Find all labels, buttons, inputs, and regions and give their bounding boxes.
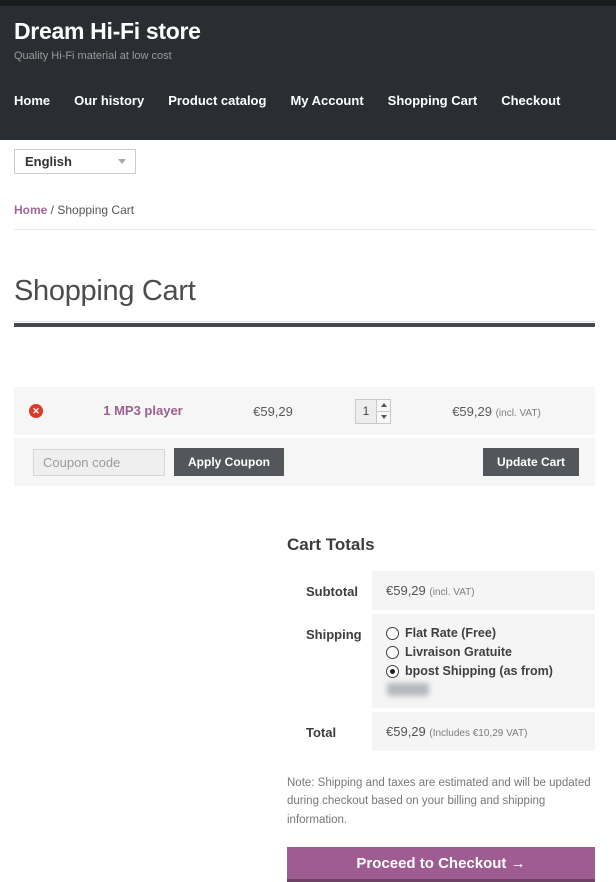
cart-table: ✕ 1 MP3 player €59,29 1 €59,29 (incl. VA… bbox=[14, 387, 595, 486]
nav-item-product-catalog[interactable]: Product catalog bbox=[168, 93, 266, 108]
nav-item-our-history[interactable]: Our history bbox=[74, 93, 144, 108]
quantity-down-icon[interactable] bbox=[377, 411, 390, 423]
shipping-row: Shipping Flat Rate (Free) Livraison Grat… bbox=[287, 614, 595, 708]
shipping-options: Flat Rate (Free) Livraison Gratuite bpos… bbox=[372, 614, 595, 708]
shipping-option-bpost[interactable]: bpost Shipping (as from) bbox=[386, 664, 581, 678]
subtotal-label: Subtotal bbox=[306, 584, 358, 599]
breadcrumb-current: Shopping Cart bbox=[57, 203, 135, 217]
chevron-down-icon bbox=[118, 159, 126, 164]
line-total: €59,29 (incl. VAT) bbox=[428, 404, 595, 419]
breadcrumb-separator: / bbox=[47, 203, 58, 217]
apply-coupon-button[interactable]: Apply Coupon bbox=[174, 448, 284, 476]
product-price: €59,29 bbox=[253, 403, 293, 419]
page-title: Shopping Cart bbox=[14, 275, 196, 307]
title-rule-light bbox=[14, 321, 595, 322]
language-select-value: English bbox=[25, 154, 72, 169]
proceed-to-checkout-button[interactable]: Proceed to Checkout → bbox=[287, 847, 595, 882]
cart-item-row: ✕ 1 MP3 player €59,29 1 €59,29 (incl. VA… bbox=[14, 387, 595, 435]
quantity-up-icon[interactable] bbox=[377, 399, 390, 412]
subtotal-row: Subtotal €59,29 (incl. VAT) bbox=[287, 571, 595, 610]
breadcrumb: Home / Shopping Cart bbox=[14, 203, 595, 217]
total-row: Total €59,29 (Includes €10,29 VAT) bbox=[287, 712, 595, 751]
site-tagline: Quality Hi-Fi material at low cost bbox=[14, 50, 172, 62]
cart-totals-section: Cart Totals Subtotal €59,29 (incl. VAT) … bbox=[287, 535, 595, 751]
line-total-value: €59,29 bbox=[452, 403, 492, 419]
nav-item-shopping-cart[interactable]: Shopping Cart bbox=[388, 93, 478, 108]
shipping-tax-note: Note: Shipping and taxes are estimated a… bbox=[287, 777, 591, 826]
title-rule-dark bbox=[14, 323, 595, 327]
breadcrumb-home-link[interactable]: Home bbox=[14, 203, 47, 217]
update-cart-button[interactable]: Update Cart bbox=[482, 448, 579, 476]
cart-totals-heading: Cart Totals bbox=[287, 535, 375, 554]
radio-icon[interactable] bbox=[386, 645, 399, 659]
subtotal-value: €59,29 (incl. VAT) bbox=[372, 571, 595, 610]
nav-item-home[interactable]: Home bbox=[14, 93, 50, 108]
shipping-price-blurred bbox=[387, 683, 429, 696]
line-total-suffix: (incl. VAT) bbox=[495, 407, 541, 419]
quantity-stepper[interactable]: 1 bbox=[355, 398, 391, 424]
total-value: €59,29 (Includes €10,29 VAT) bbox=[372, 712, 595, 751]
nav-item-my-account[interactable]: My Account bbox=[290, 93, 363, 108]
site-header: Dream Hi-Fi store Quality Hi-Fi material… bbox=[0, 0, 616, 140]
language-select[interactable]: English bbox=[14, 149, 136, 174]
quantity-value: 1 bbox=[362, 404, 370, 418]
product-name-link[interactable]: 1 MP3 player bbox=[103, 403, 183, 418]
shipping-option-flat-rate[interactable]: Flat Rate (Free) bbox=[386, 626, 581, 640]
main-nav: Home Our history Product catalog My Acco… bbox=[14, 93, 616, 108]
cart-actions-row: Apply Coupon Update Cart bbox=[14, 438, 595, 486]
remove-item-icon[interactable]: ✕ bbox=[29, 404, 43, 418]
breadcrumb-divider bbox=[14, 229, 595, 230]
nav-item-checkout[interactable]: Checkout bbox=[501, 93, 560, 108]
shipping-option-livraison-gratuite[interactable]: Livraison Gratuite bbox=[386, 645, 581, 659]
site-title: Dream Hi-Fi store bbox=[14, 18, 201, 44]
total-label: Total bbox=[306, 725, 337, 740]
coupon-code-input[interactable] bbox=[33, 448, 165, 476]
radio-icon[interactable] bbox=[386, 626, 399, 640]
radio-selected-icon[interactable] bbox=[386, 664, 399, 678]
shipping-label: Shipping bbox=[306, 627, 362, 642]
